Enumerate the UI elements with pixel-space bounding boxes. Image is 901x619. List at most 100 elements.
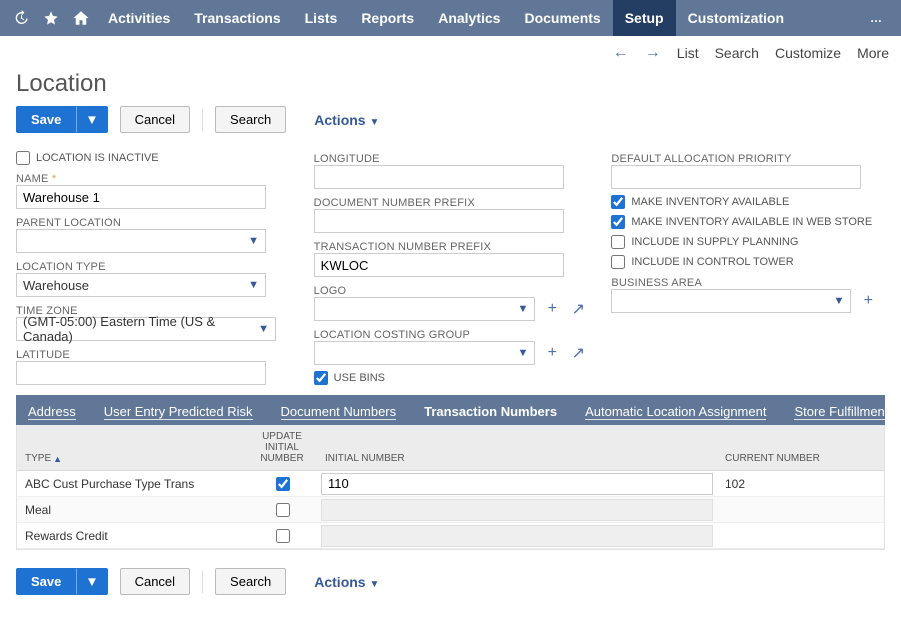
subnav-list[interactable]: List: [677, 45, 699, 61]
tower-row[interactable]: INCLUDE IN CONTROL TOWER: [611, 255, 885, 269]
cell-initial: [317, 473, 717, 495]
save-button-bottom[interactable]: Save: [16, 568, 76, 595]
history-icon[interactable]: [6, 0, 36, 36]
parent-select[interactable]: ▼: [16, 229, 266, 253]
add-icon[interactable]: +: [859, 292, 877, 310]
tz-select[interactable]: (GMT-05:00) Eastern Time (US & Canada)▼: [16, 317, 276, 341]
forward-arrow-icon[interactable]: →: [645, 44, 661, 62]
star-icon[interactable]: [36, 0, 66, 36]
nav-item-reports[interactable]: Reports: [349, 0, 426, 36]
form-col-right: DEFAULT ALLOCATION PRIORITY MAKE INVENTO…: [611, 145, 885, 385]
inv-avail-row[interactable]: MAKE INVENTORY AVAILABLE: [611, 195, 885, 209]
txnprefix-input[interactable]: [314, 253, 564, 277]
col-update[interactable]: UPDATE INITIAL NUMBER: [247, 425, 317, 470]
subnav-search[interactable]: Search: [715, 45, 759, 61]
col-current[interactable]: CURRENT NUMBER: [717, 425, 884, 470]
chevron-down-icon: ▼: [248, 235, 259, 247]
usebins-checkbox[interactable]: [314, 371, 328, 385]
long-label: LONGITUDE: [314, 153, 588, 165]
lat-label: LATITUDE: [16, 349, 290, 361]
txnprefix-label: TRANSACTION NUMBER PREFIX: [314, 241, 588, 253]
inactive-checkbox-row[interactable]: LOCATION IS INACTIVE: [16, 151, 290, 165]
cell-type: Rewards Credit: [17, 529, 247, 543]
actions-menu-bottom[interactable]: Actions ▼: [314, 574, 379, 590]
actions-menu[interactable]: Actions ▼: [314, 112, 379, 128]
bizarea-select[interactable]: ▼: [611, 289, 851, 313]
lat-input[interactable]: [16, 361, 266, 385]
tab-address[interactable]: Address: [24, 398, 80, 425]
nav-item-activities[interactable]: Activities: [96, 0, 182, 36]
inactive-label: LOCATION IS INACTIVE: [36, 152, 159, 164]
inv-web-checkbox[interactable]: [611, 215, 625, 229]
save-dropdown-button-bottom[interactable]: ▼: [76, 568, 107, 595]
supply-row[interactable]: INCLUDE IN SUPPLY PLANNING: [611, 235, 885, 249]
allocprio-input[interactable]: [611, 165, 861, 189]
sort-asc-icon: ▲: [53, 454, 62, 464]
table-row[interactable]: ABC Cust Purchase Type Trans102: [17, 471, 884, 497]
docprefix-input[interactable]: [314, 209, 564, 233]
cell-type: Meal: [17, 503, 247, 517]
table-row[interactable]: Meal: [17, 497, 884, 523]
usebins-row[interactable]: USE BINS: [314, 371, 588, 385]
divider: [202, 571, 203, 593]
add-icon[interactable]: +: [543, 344, 561, 362]
subnav-customize[interactable]: Customize: [775, 45, 841, 61]
add-icon[interactable]: +: [543, 300, 561, 318]
update-checkbox[interactable]: [276, 503, 290, 517]
save-button[interactable]: Save: [16, 106, 76, 133]
back-arrow-icon[interactable]: ←: [613, 44, 629, 62]
cancel-button[interactable]: Cancel: [120, 106, 190, 133]
tab-document-numbers[interactable]: Document Numbers: [277, 398, 401, 425]
open-external-icon[interactable]: ↗: [569, 343, 587, 363]
col-initial[interactable]: INITIAL NUMBER: [317, 425, 717, 470]
update-checkbox[interactable]: [276, 477, 290, 491]
grid-header: TYPE▲ UPDATE INITIAL NUMBER INITIAL NUMB…: [17, 425, 884, 471]
transaction-numbers-grid: TYPE▲ UPDATE INITIAL NUMBER INITIAL NUMB…: [16, 425, 885, 550]
costgroup-select[interactable]: ▼: [314, 341, 536, 365]
chevron-down-icon: ▼: [517, 347, 528, 359]
nav-item-transactions[interactable]: Transactions: [182, 0, 292, 36]
logo-select[interactable]: ▼: [314, 297, 536, 321]
tab-store-fulfillment[interactable]: Store Fulfillment: [790, 398, 885, 425]
open-external-icon[interactable]: ↗: [569, 299, 587, 319]
action-bar: Save ▼ Cancel Search Actions ▼: [16, 106, 885, 133]
top-nav: ActivitiesTransactionsListsReportsAnalyt…: [0, 0, 901, 36]
search-button-bottom[interactable]: Search: [215, 568, 286, 595]
inv-web-row[interactable]: MAKE INVENTORY AVAILABLE IN WEB STORE: [611, 215, 885, 229]
tower-checkbox[interactable]: [611, 255, 625, 269]
usebins-label: USE BINS: [334, 372, 385, 384]
search-button[interactable]: Search: [215, 106, 286, 133]
page-title: Location: [16, 70, 885, 98]
cell-update: [247, 474, 317, 494]
cell-update: [247, 526, 317, 546]
tab-user-entry-predicted-risk[interactable]: User Entry Predicted Risk: [100, 398, 257, 425]
nav-item-documents[interactable]: Documents: [512, 0, 612, 36]
table-row[interactable]: Rewards Credit: [17, 523, 884, 549]
cancel-button-bottom[interactable]: Cancel: [120, 568, 190, 595]
initial-number-input: [321, 525, 713, 547]
nav-item-customization[interactable]: Customization: [676, 0, 796, 36]
col-type[interactable]: TYPE▲: [17, 425, 247, 470]
home-icon[interactable]: [66, 0, 96, 36]
inv-avail-checkbox[interactable]: [611, 195, 625, 209]
nav-item-analytics[interactable]: Analytics: [426, 0, 512, 36]
nav-item-lists[interactable]: Lists: [293, 0, 350, 36]
inactive-checkbox[interactable]: [16, 151, 30, 165]
bizarea-label: BUSINESS AREA: [611, 277, 885, 289]
subnav-more[interactable]: More: [857, 45, 889, 61]
logo-label: LOGO: [314, 285, 588, 297]
type-select[interactable]: Warehouse▼: [16, 273, 266, 297]
chevron-down-icon: ▼: [248, 279, 259, 291]
save-dropdown-button[interactable]: ▼: [76, 106, 107, 133]
supply-checkbox[interactable]: [611, 235, 625, 249]
long-input[interactable]: [314, 165, 564, 189]
update-checkbox[interactable]: [276, 529, 290, 543]
chevron-down-icon: ▼: [833, 295, 844, 307]
nav-item-setup[interactable]: Setup: [613, 0, 676, 36]
tab-transaction-numbers[interactable]: Transaction Numbers: [420, 398, 561, 425]
tab-automatic-location-assignment[interactable]: Automatic Location Assignment: [581, 398, 770, 425]
initial-number-input[interactable]: [321, 473, 713, 495]
name-input[interactable]: [16, 185, 266, 209]
nav-overflow-icon[interactable]: …: [859, 11, 895, 25]
cell-initial: [317, 499, 717, 521]
